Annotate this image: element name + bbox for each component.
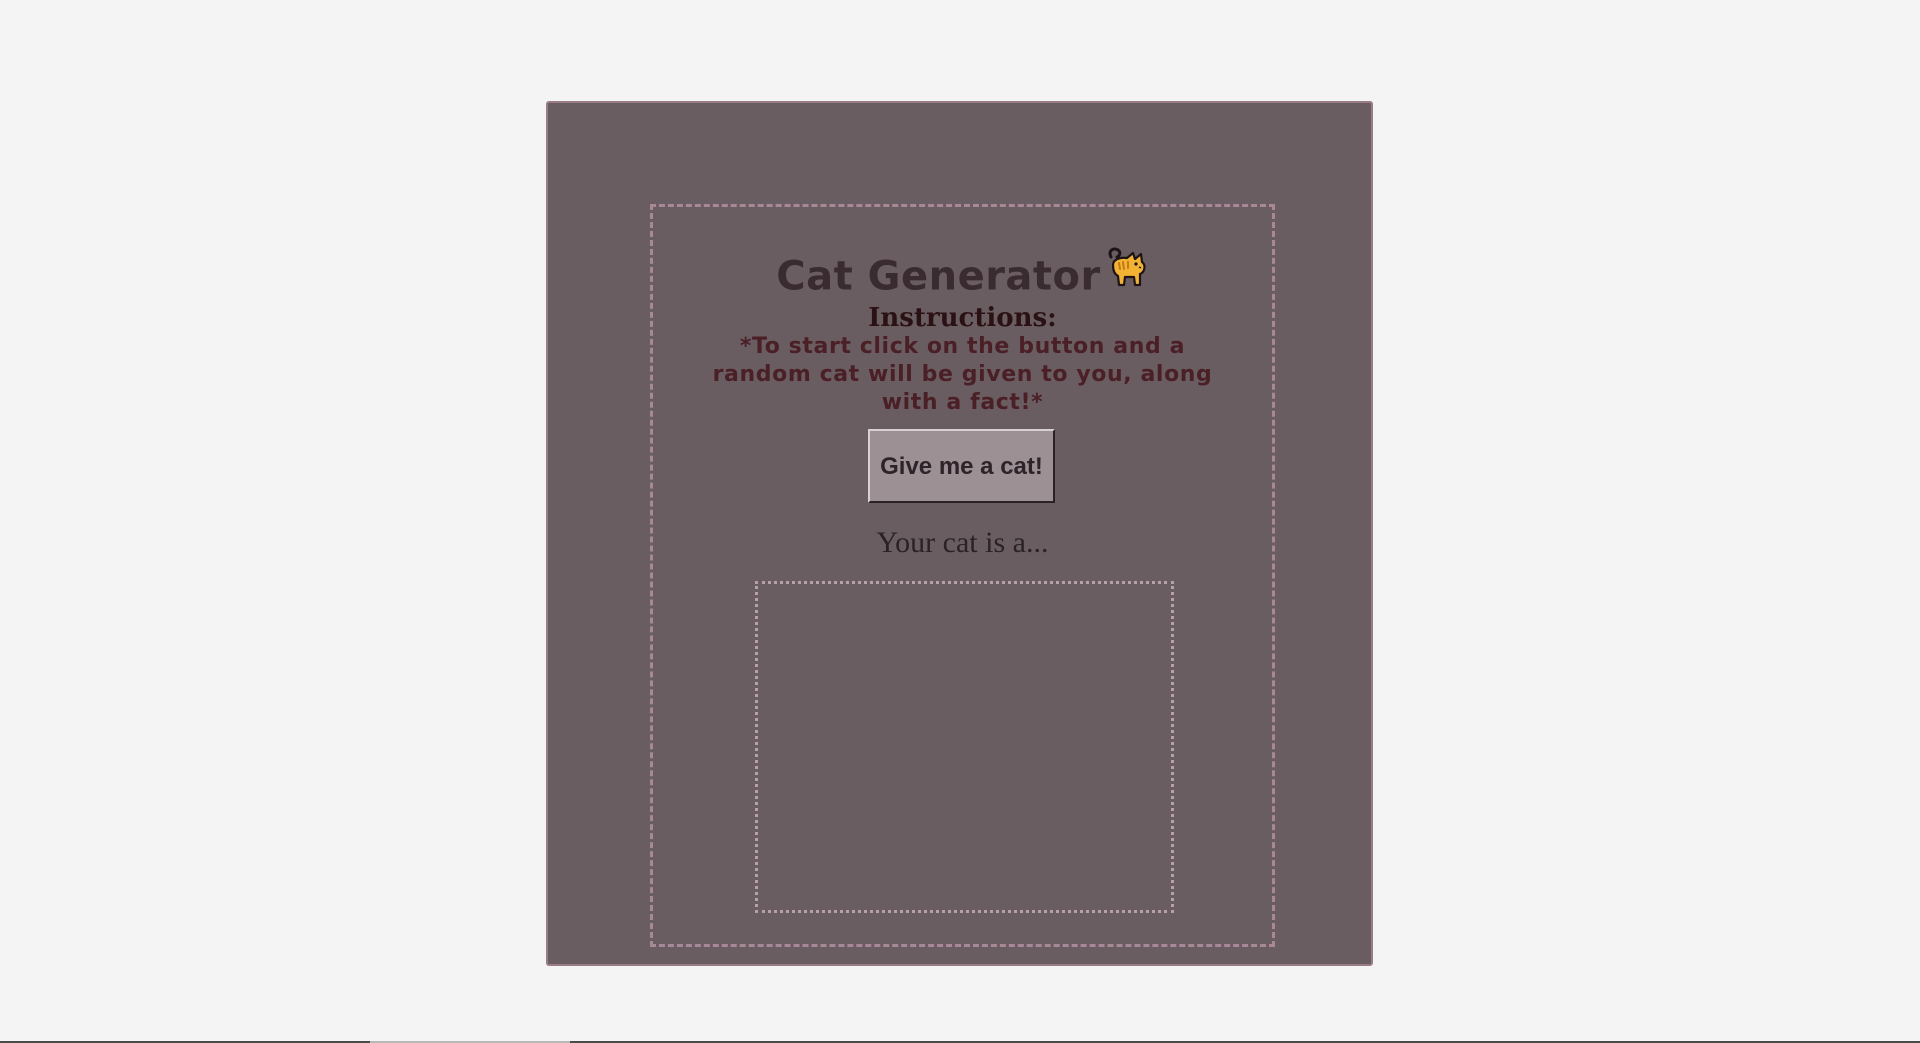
result-label: Your cat is a... <box>876 526 1049 559</box>
cat-emoji-icon <box>1103 245 1149 304</box>
title-text: Cat Generator <box>776 253 1101 300</box>
page: Cat Generator Instructions: *To start cl… <box>0 0 1920 1043</box>
page-title: Cat Generator <box>653 247 1272 308</box>
give-me-a-cat-button[interactable]: Give me a cat! <box>868 429 1055 503</box>
cat-result-box <box>755 581 1174 913</box>
instructions-text: *To start click on the button and a rand… <box>712 334 1213 415</box>
instructions-heading: Instructions: <box>868 303 1057 333</box>
cat-generator-card: Cat Generator Instructions: *To start cl… <box>546 101 1373 966</box>
content-frame: Cat Generator Instructions: *To start cl… <box>650 204 1275 947</box>
